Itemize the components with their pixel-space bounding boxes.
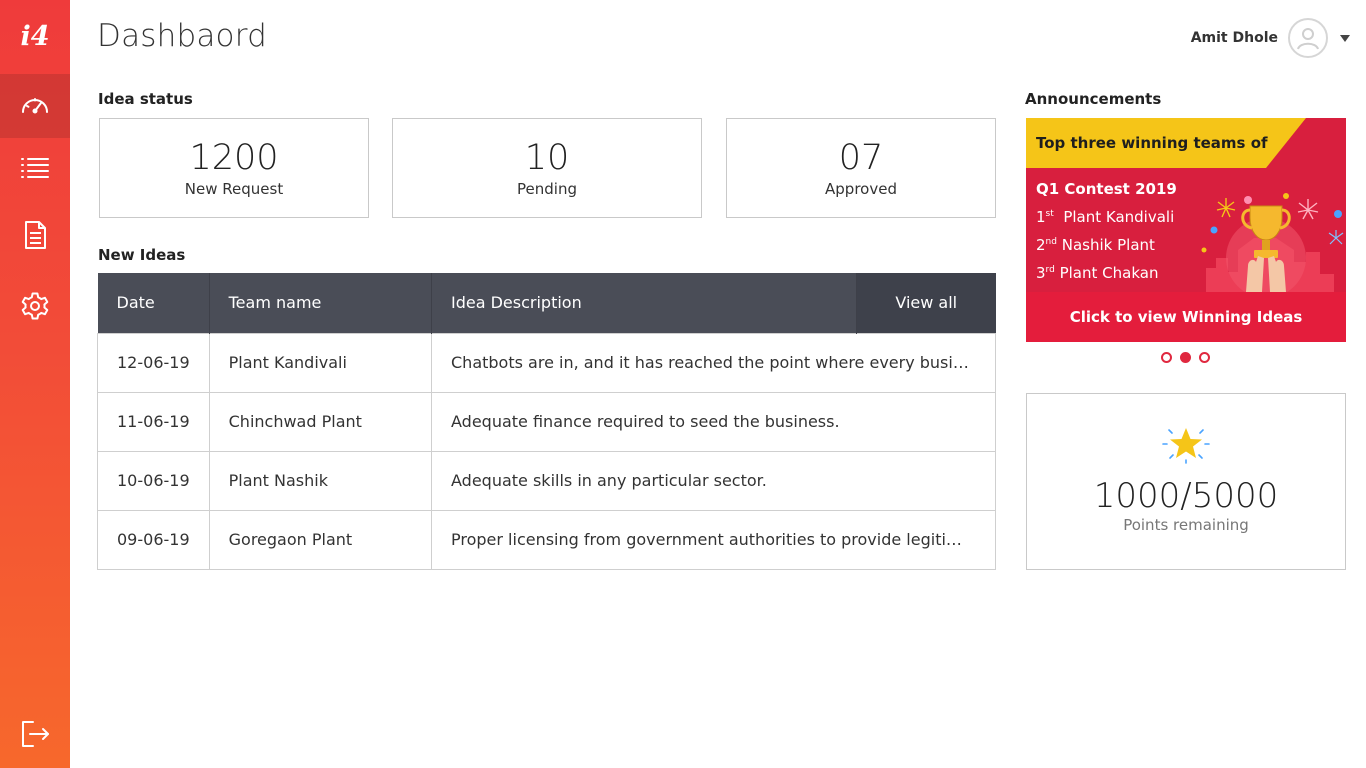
cell-date: 11-06-19 bbox=[97, 391, 210, 452]
carousel-dot[interactable] bbox=[1161, 352, 1172, 363]
speedometer-icon bbox=[22, 98, 48, 114]
sidebar-item-list[interactable] bbox=[0, 136, 70, 200]
sidebar: i4 bbox=[0, 0, 70, 768]
sidebar-item-documents[interactable] bbox=[0, 203, 70, 267]
carousel-dot[interactable] bbox=[1199, 352, 1210, 363]
firework-left bbox=[1216, 198, 1236, 218]
points-value: 1000/5000 bbox=[1093, 476, 1279, 516]
idea-status-label: Idea status bbox=[98, 90, 193, 108]
page-title: Dashbaord bbox=[97, 18, 267, 54]
avatar[interactable] bbox=[1288, 18, 1328, 58]
status-card-approved[interactable]: 07 Approved bbox=[726, 118, 996, 218]
rank-team: Nashik Plant bbox=[1061, 236, 1155, 254]
user-name: Amit Dhole bbox=[1190, 30, 1278, 46]
column-header-date[interactable]: Date bbox=[97, 273, 210, 333]
user-menu[interactable]: Amit Dhole bbox=[1191, 18, 1350, 58]
ideas-table: Date Team name Idea Description View all… bbox=[97, 273, 996, 570]
rank-number: 2 bbox=[1036, 236, 1046, 254]
rank-suffix: rd bbox=[1045, 265, 1055, 275]
status-card-value: 10 bbox=[524, 138, 570, 178]
points-label: Points remaining bbox=[1123, 516, 1249, 534]
rank-suffix: nd bbox=[1045, 237, 1057, 247]
table-row[interactable]: 09-06-19 Goregaon Plant Proper licensing… bbox=[97, 509, 996, 570]
rank-team: Plant Chakan bbox=[1059, 264, 1159, 282]
table-row[interactable]: 10-06-19 Plant Nashik Adequate skills in… bbox=[97, 450, 996, 511]
cell-team: Goregaon Plant bbox=[208, 509, 433, 570]
cell-date: 12-06-19 bbox=[97, 332, 210, 393]
table-row[interactable]: 11-06-19 Chinchwad Plant Adequate financ… bbox=[97, 391, 996, 452]
rank-suffix: st bbox=[1045, 209, 1054, 219]
rank-team: Plant Kandivali bbox=[1063, 208, 1175, 226]
star-icon bbox=[1162, 428, 1210, 464]
list-icon bbox=[21, 158, 49, 178]
banner-rank-2: 2nd Nashik Plant bbox=[1036, 236, 1155, 254]
rank-number: 1 bbox=[1036, 208, 1046, 226]
announcements-label: Announcements bbox=[1025, 90, 1162, 108]
column-header-description[interactable]: Idea Description bbox=[431, 273, 857, 333]
banner-rank-1: 1st Plant Kandivali bbox=[1036, 208, 1174, 226]
cell-date: 09-06-19 bbox=[97, 509, 210, 570]
status-card-value: 07 bbox=[838, 138, 884, 178]
banner-contest-title: Q1 Contest 2019 bbox=[1036, 180, 1177, 198]
view-winning-ideas-link[interactable]: Click to view Winning Ideas bbox=[1026, 292, 1346, 342]
column-header-team[interactable]: Team name bbox=[209, 273, 433, 333]
logout-icon bbox=[22, 721, 49, 747]
banner-headline: Top three winning teams of bbox=[1036, 134, 1268, 152]
document-icon bbox=[25, 221, 46, 249]
points-card: 1000/5000 Points remaining bbox=[1026, 393, 1346, 570]
view-all-button[interactable]: View all bbox=[856, 273, 996, 333]
cell-team: Plant Nashik bbox=[208, 450, 433, 511]
cell-date: 10-06-19 bbox=[97, 450, 210, 511]
status-card-label: New Request bbox=[184, 180, 284, 198]
app-logo[interactable]: i4 bbox=[0, 0, 70, 72]
cell-team: Plant Kandivali bbox=[208, 332, 433, 393]
sidebar-item-logout[interactable] bbox=[0, 702, 70, 766]
table-row[interactable]: 12-06-19 Plant Kandivali Chatbots are in… bbox=[97, 332, 996, 393]
chevron-down-icon[interactable] bbox=[1340, 34, 1350, 42]
firework-right bbox=[1297, 199, 1319, 220]
status-card-label: Pending bbox=[517, 180, 577, 198]
banner-rank-3: 3rd Plant Chakan bbox=[1036, 264, 1158, 282]
status-card-new-request[interactable]: 1200 New Request bbox=[99, 118, 369, 218]
new-ideas-label: New Ideas bbox=[98, 246, 186, 264]
sidebar-item-settings[interactable] bbox=[0, 274, 70, 338]
sidebar-item-dashboard[interactable] bbox=[0, 74, 70, 138]
cell-description: Adequate finance required to seed the bu… bbox=[431, 391, 996, 452]
status-card-label: Approved bbox=[825, 180, 897, 198]
gear-icon bbox=[21, 292, 49, 320]
rank-number: 3 bbox=[1036, 264, 1046, 282]
cell-team: Chinchwad Plant bbox=[208, 391, 433, 452]
announcement-banner[interactable]: Top three winning teams of Q1 Contest 20… bbox=[1026, 118, 1346, 342]
cell-description: Proper licensing from government authori… bbox=[431, 509, 996, 570]
carousel-dot-active[interactable] bbox=[1180, 352, 1191, 363]
carousel-indicators bbox=[1161, 352, 1210, 363]
user-icon bbox=[1297, 28, 1319, 50]
status-card-value: 1200 bbox=[189, 138, 279, 178]
firework-far bbox=[1328, 230, 1344, 245]
cell-description: Chatbots are in, and it has reached the … bbox=[431, 332, 996, 393]
status-card-pending[interactable]: 10 Pending bbox=[392, 118, 702, 218]
trophy-illustration bbox=[1201, 193, 1344, 292]
table-header-row: Date Team name Idea Description View all bbox=[97, 273, 996, 333]
cell-description: Adequate skills in any particular sector… bbox=[431, 450, 996, 511]
